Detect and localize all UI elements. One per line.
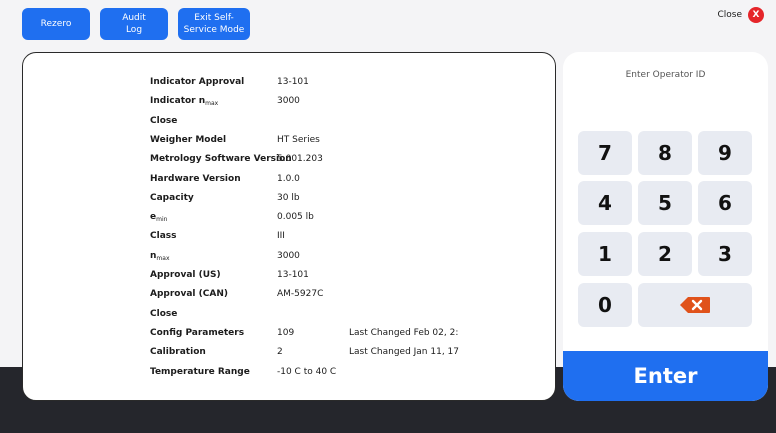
info-value: 30 lb [277, 192, 300, 203]
info-value: 2 [277, 347, 283, 358]
operator-id-prompt: Enter Operator ID [625, 70, 706, 80]
info-label-text: Config Parameters [150, 327, 245, 338]
info-label-text: Approval (US) [150, 270, 221, 280]
keypad-key[interactable]: 4 [578, 181, 632, 225]
operator-keypad: Enter Operator ID 789 456 123 0 Enter [563, 52, 768, 401]
info-label-text: Close [150, 115, 178, 126]
info-value: -10 C to 40 C [277, 366, 337, 377]
keypad-key[interactable]: 6 [698, 181, 752, 225]
info-label: Metrology Software Version [150, 154, 292, 164]
keypad-key[interactable]: 7 [578, 131, 632, 175]
info-value: 13-101 [277, 77, 309, 87]
backspace-button[interactable] [638, 283, 752, 327]
keypad-key[interactable]: 1 [578, 232, 632, 276]
close-label: Close [717, 10, 742, 20]
info-label: Approval (CAN) [150, 289, 228, 299]
exit-self-service-button[interactable]: Exit Self-Service Mode [178, 8, 250, 40]
keypad-key[interactable]: 5 [638, 181, 692, 225]
info-label-text: Hardware Version [150, 173, 241, 184]
info-label: Class [150, 231, 176, 241]
keypad-key[interactable]: 3 [698, 232, 752, 276]
info-label: nmax [150, 251, 170, 262]
audit-log-button[interactable]: Audit Log [100, 8, 168, 40]
rezero-button[interactable]: Rezero [22, 8, 90, 40]
info-label-text: Weigher Model [150, 134, 227, 145]
info-label: Indicator nmax [150, 96, 218, 107]
info-label-text: Calibration [150, 347, 206, 358]
info-label-subscript: max [156, 254, 170, 262]
exit-self-service-label: Exit Self-Service Mode [183, 13, 245, 35]
info-label: Indicator Approval [150, 77, 244, 87]
keypad-key[interactable]: 8 [638, 131, 692, 175]
info-label: Config Parameters [150, 328, 244, 338]
backspace-icon [680, 297, 710, 313]
info-value: 0.005 lb [277, 212, 314, 223]
close-button[interactable]: Close X [717, 7, 764, 23]
close-icon: X [748, 7, 764, 23]
info-value: HT Series [277, 134, 320, 145]
info-value: 1.0.0 [277, 173, 300, 184]
info-label-text: Indicator n [150, 96, 206, 107]
audit-log-label: Audit Log [122, 13, 146, 35]
info-value: 3000 [277, 250, 300, 261]
info-label: emin [150, 212, 167, 223]
info-label-text: Capacity [150, 192, 194, 203]
info-label-text: Temperature Range [150, 366, 250, 377]
info-label: Close [150, 309, 177, 319]
info-value: 3000 [277, 96, 300, 107]
info-value: AM-5927C [277, 289, 324, 300]
info-label: Calibration [150, 347, 206, 357]
info-label: Hardware Version [150, 174, 241, 184]
info-value: 13-101 [277, 270, 309, 280]
info-value: III [277, 231, 285, 242]
info-label-text: Class [150, 231, 177, 242]
info-label-text: Close [150, 308, 178, 319]
info-label-text: Metrology Software Version [150, 154, 292, 165]
keypad-key[interactable]: 0 [578, 283, 632, 327]
info-label-subscript: min [156, 216, 168, 224]
info-label: Capacity [150, 193, 194, 203]
info-label: Weigher Model [150, 135, 226, 145]
info-last-changed: Last Changed Jan 11, 17 [349, 347, 459, 358]
enter-button[interactable]: Enter [563, 351, 768, 401]
info-label: Close [150, 116, 177, 126]
info-value: 5.001.203 [277, 154, 323, 165]
device-info-panel: Indicator Approval 13-101 Indicator nmax 30… [22, 52, 556, 401]
info-label: Approval (US) [150, 270, 221, 280]
info-label-text: Approval (CAN) [150, 289, 228, 300]
keypad-key[interactable]: 2 [638, 232, 692, 276]
info-label: Temperature Range [150, 367, 250, 377]
keypad-key[interactable]: 9 [698, 131, 752, 175]
info-last-changed: Last Changed Feb 02, 2: [349, 327, 459, 338]
info-label-subscript: max [205, 100, 219, 108]
info-label-text: Indicator Approval [150, 77, 245, 87]
info-value: 109 [277, 327, 295, 338]
